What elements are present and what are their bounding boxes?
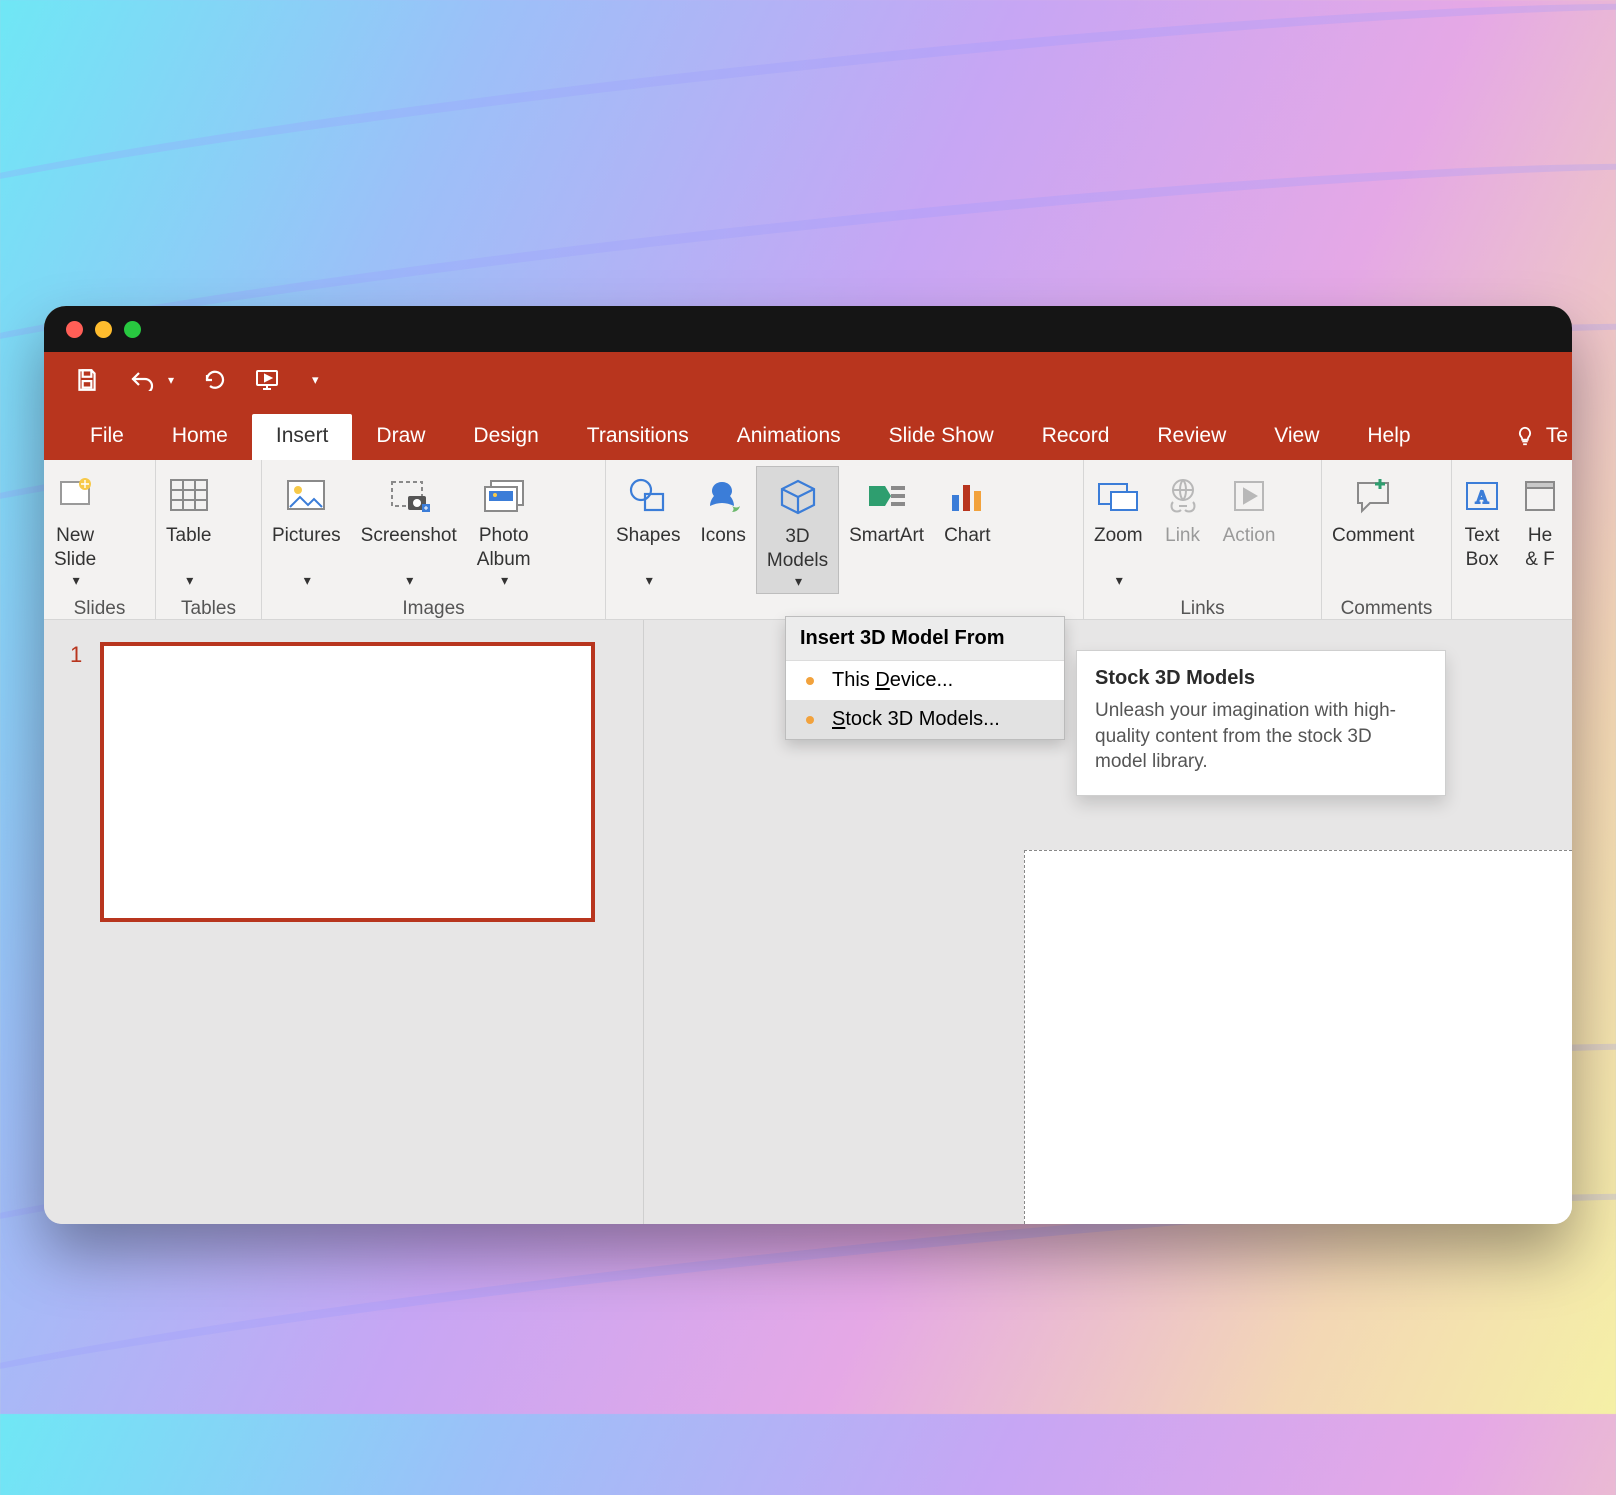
- comment-icon: [1352, 472, 1394, 520]
- lightbulb-icon: [1514, 425, 1536, 447]
- table-icon: [168, 472, 210, 520]
- tab-file[interactable]: File: [66, 414, 148, 460]
- chevron-down-icon: ▾: [186, 572, 193, 590]
- menu-item-stock-3d-models[interactable]: Stock 3D Models...Stock 3D Models...: [786, 700, 1064, 739]
- thumb-number: 1: [70, 642, 100, 1202]
- slide-thumbnail-1[interactable]: [100, 642, 595, 922]
- chart-icon: [948, 472, 986, 520]
- ribbon: New Slide▾ Slides Table▾ Tables Pictures…: [44, 460, 1572, 620]
- ribbon-tabs: File Home Insert Draw Design Transitions…: [44, 408, 1572, 460]
- comment-button[interactable]: Comment: [1322, 466, 1424, 594]
- svg-text:A: A: [1476, 487, 1489, 507]
- tab-slideshow[interactable]: Slide Show: [865, 414, 1018, 460]
- redo-icon[interactable]: [202, 369, 226, 391]
- menu-item-this-device[interactable]: This Device...This Device...: [786, 661, 1064, 700]
- start-slideshow-icon[interactable]: [254, 368, 284, 392]
- tab-insert[interactable]: Insert: [252, 414, 353, 460]
- tab-help[interactable]: Help: [1343, 414, 1434, 460]
- app-window: ▾ ▾ File Home Insert Draw Design Transit…: [44, 306, 1572, 1224]
- tab-record[interactable]: Record: [1018, 414, 1134, 460]
- cube-icon: [778, 473, 818, 521]
- tab-transitions[interactable]: Transitions: [563, 414, 713, 460]
- screenshot-button[interactable]: Screenshot▾: [351, 466, 467, 594]
- link-icon: [1163, 472, 1203, 520]
- chevron-down-icon: ▾: [646, 572, 653, 590]
- tooltip-title: Stock 3D Models: [1095, 667, 1427, 690]
- tooltip-stock-3d-models: Stock 3D Models Unleash your imagination…: [1076, 650, 1446, 796]
- tab-animations[interactable]: Animations: [713, 414, 865, 460]
- tab-tellme[interactable]: Te: [1490, 414, 1572, 460]
- title-bar[interactable]: [44, 306, 1572, 352]
- tab-view[interactable]: View: [1250, 414, 1343, 460]
- header-footer-icon: [1522, 472, 1558, 520]
- undo-more-icon[interactable]: ▾: [168, 373, 174, 387]
- chevron-down-icon: ▾: [73, 572, 80, 590]
- tab-review[interactable]: Review: [1133, 414, 1250, 460]
- quick-access-toolbar: ▾ ▾: [44, 352, 1572, 408]
- chevron-down-icon: ▾: [406, 572, 413, 590]
- chevron-down-icon: ▾: [1116, 572, 1123, 590]
- shapes-icon: [627, 472, 669, 520]
- close-dot[interactable]: [66, 321, 83, 338]
- chart-button[interactable]: Chart: [934, 466, 1000, 594]
- bullet-icon: [806, 716, 814, 724]
- icons-button[interactable]: Icons: [690, 466, 755, 594]
- screenshot-icon: [386, 472, 432, 520]
- zoom-dot[interactable]: [124, 321, 141, 338]
- text-box-button[interactable]: A Text Box: [1452, 466, 1512, 594]
- bullet-icon: [806, 677, 814, 685]
- shapes-button[interactable]: Shapes▾: [606, 466, 690, 594]
- smartart-button[interactable]: SmartArt: [839, 466, 934, 594]
- chevron-down-icon: ▾: [795, 573, 802, 591]
- tooltip-body: Unleash your imagination with high-quali…: [1095, 698, 1427, 775]
- minimize-dot[interactable]: [95, 321, 112, 338]
- tab-design[interactable]: Design: [449, 414, 562, 460]
- icons-icon: [702, 472, 744, 520]
- header-footer-button[interactable]: He & F: [1512, 466, 1568, 594]
- undo-icon[interactable]: [128, 369, 158, 391]
- table-button[interactable]: Table▾: [156, 466, 221, 594]
- chevron-down-icon: ▾: [501, 572, 508, 590]
- pictures-icon: [284, 472, 328, 520]
- photo-album-icon: [481, 472, 527, 520]
- action-button[interactable]: Action: [1213, 466, 1286, 594]
- text-box-icon: A: [1462, 472, 1502, 520]
- tab-home[interactable]: Home: [148, 414, 252, 460]
- save-icon[interactable]: [74, 367, 100, 393]
- tab-draw[interactable]: Draw: [352, 414, 449, 460]
- zoom-icon: [1095, 472, 1141, 520]
- action-icon: [1230, 472, 1268, 520]
- pictures-button[interactable]: Pictures▾: [262, 466, 351, 594]
- 3d-models-dropdown: Insert 3D Model From This Device...This …: [785, 616, 1065, 740]
- link-button[interactable]: Link: [1153, 466, 1213, 594]
- slide-placeholder[interactable]: [1024, 850, 1572, 1224]
- slide-thumbnails-pane[interactable]: 1: [44, 620, 644, 1224]
- chevron-down-icon: ▾: [304, 572, 311, 590]
- new-slide-icon: [55, 472, 95, 520]
- smartart-icon: [865, 472, 909, 520]
- dropdown-header: Insert 3D Model From: [786, 617, 1064, 661]
- new-slide-button[interactable]: New Slide▾: [44, 466, 106, 594]
- photo-album-button[interactable]: Photo Album▾: [467, 466, 541, 594]
- 3d-models-button[interactable]: 3D Models▾: [756, 466, 839, 594]
- qat-more-icon[interactable]: ▾: [312, 372, 319, 388]
- zoom-button[interactable]: Zoom▾: [1084, 466, 1153, 594]
